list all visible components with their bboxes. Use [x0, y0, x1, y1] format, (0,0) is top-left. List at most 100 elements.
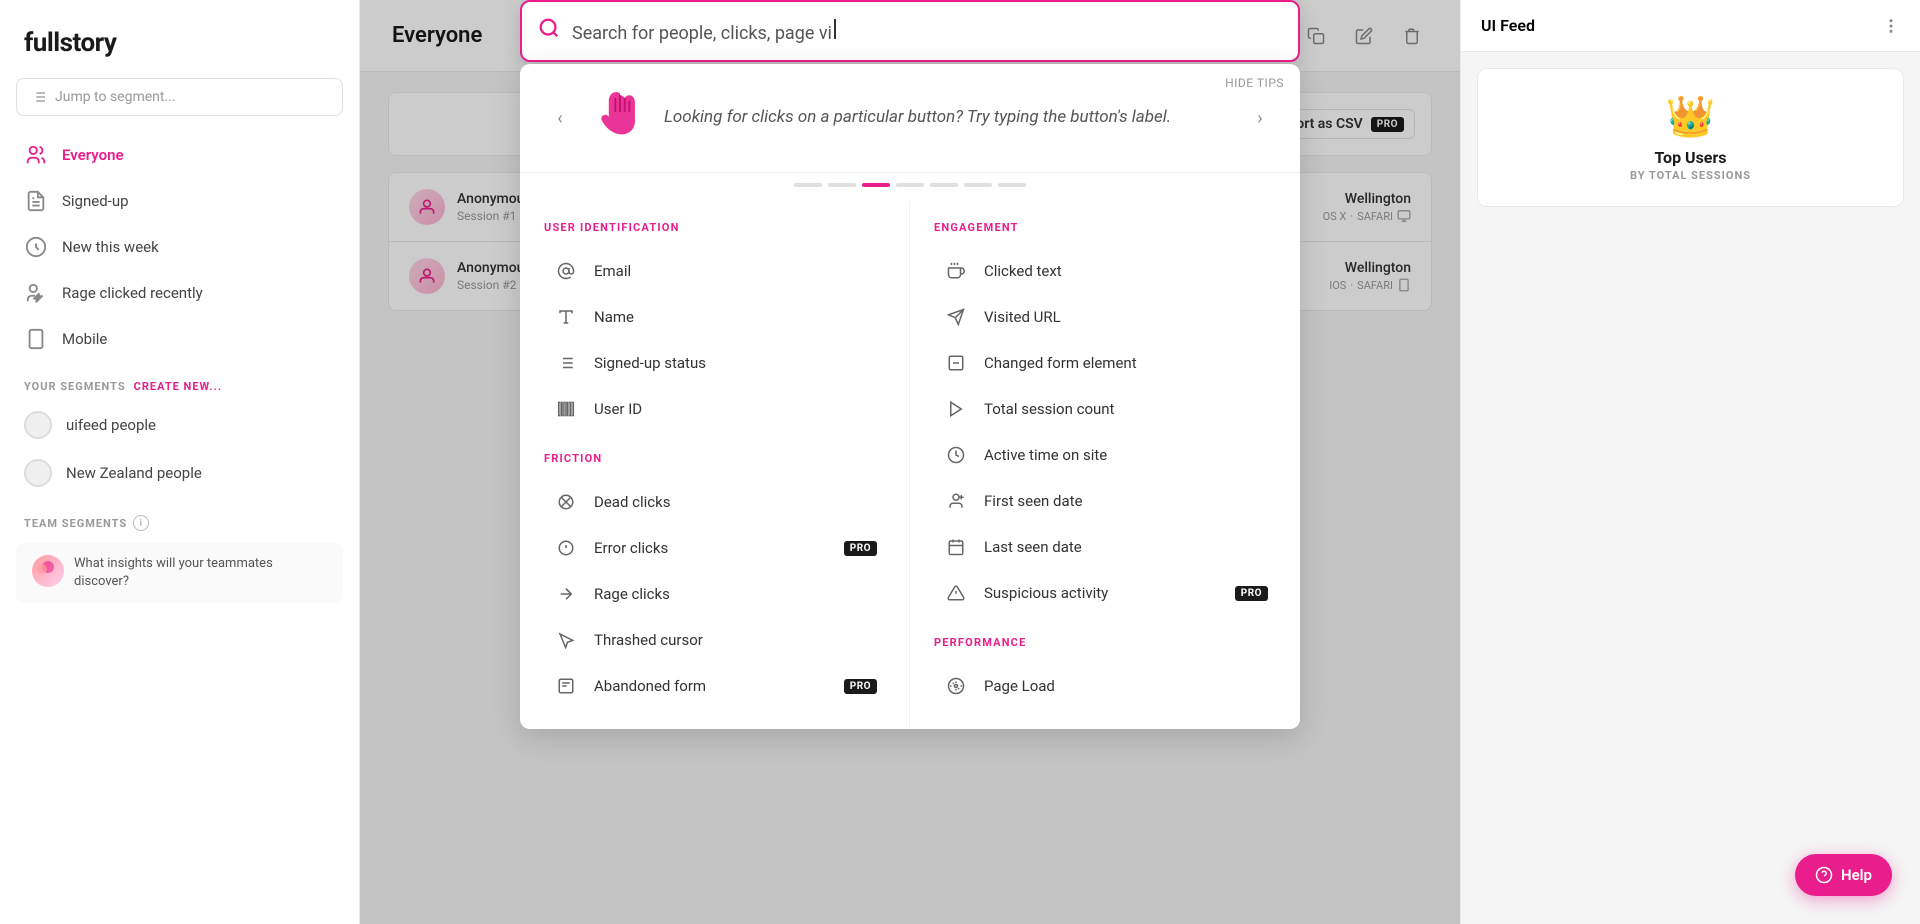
pro-badge: PRO	[1235, 586, 1268, 601]
hide-tips-button[interactable]: HIDE TIPS	[1225, 76, 1284, 90]
tip-dots	[520, 173, 1300, 201]
list-icon	[552, 349, 580, 377]
create-new-button[interactable]: CREATE NEW...	[134, 380, 222, 393]
tip-dot-7[interactable]	[998, 183, 1026, 187]
sidebar-item-rage-clicked[interactable]: Rage clicked recently	[0, 270, 359, 316]
rage-click-icon	[552, 580, 580, 608]
right-panel: UI Feed 👑 Top Users BY TOTAL SESSIONS	[1460, 0, 1920, 924]
gauge-icon	[942, 672, 970, 700]
calendar-icon	[942, 533, 970, 561]
user-identification-label: USER IDENTIFICATION	[544, 221, 885, 234]
category-item-changed-form[interactable]: Changed form element	[934, 340, 1276, 386]
play-icon	[942, 395, 970, 423]
category-item-visited-url[interactable]: Visited URL	[934, 294, 1276, 340]
barcode-icon	[552, 395, 580, 423]
help-button[interactable]: Help	[1795, 854, 1892, 896]
category-item-dead-clicks[interactable]: Dead clicks	[544, 479, 885, 525]
tip-prev-button[interactable]: ‹	[544, 102, 576, 134]
category-item-active-time[interactable]: Active time on site	[934, 432, 1276, 478]
help-icon	[1815, 866, 1833, 884]
sidebar-item-uifeed[interactable]: uifeed people	[0, 401, 359, 449]
dead-click-icon	[552, 488, 580, 516]
mobile-icon	[24, 327, 48, 351]
sidebar-item-new-this-week[interactable]: New this week	[0, 224, 359, 270]
jump-to-segment[interactable]: Jump to segment...	[16, 78, 343, 116]
tip-banner: ‹ Looking for clicks on a particular but…	[520, 64, 1300, 173]
category-item-total-session[interactable]: Total session count	[934, 386, 1276, 432]
info-icon[interactable]: i	[133, 515, 149, 531]
item-label: Abandoned form	[594, 677, 830, 695]
signed-up-icon	[24, 189, 48, 213]
hand-icon	[592, 84, 648, 152]
category-item-page-load[interactable]: Page Load	[934, 663, 1276, 709]
jump-placeholder: Jump to segment...	[55, 89, 176, 105]
item-label: Active time on site	[984, 446, 1268, 464]
category-item-abandoned-form[interactable]: Abandoned form PRO	[544, 663, 885, 709]
category-item-email[interactable]: Email	[544, 248, 885, 294]
top-users-title: Top Users	[1502, 148, 1879, 167]
category-item-suspicious[interactable]: Suspicious activity PRO	[934, 570, 1276, 616]
team-insight: What insights will your teammates discov…	[16, 543, 343, 603]
item-label: Thrashed cursor	[594, 631, 877, 649]
tip-text: Looking for clicks on a particular butto…	[664, 105, 1228, 131]
crown-icon: 👑	[1502, 93, 1879, 140]
segment-dot	[24, 459, 52, 487]
rage-click-icon	[24, 281, 48, 305]
tip-dot-5[interactable]	[930, 183, 958, 187]
category-item-user-id[interactable]: User ID	[544, 386, 885, 432]
warning-icon	[942, 579, 970, 607]
tip-dot-1[interactable]	[794, 183, 822, 187]
sidebar-item-label: Rage clicked recently	[62, 284, 203, 302]
performance-label: PERFORMANCE	[934, 636, 1276, 649]
item-label: Name	[594, 308, 877, 326]
team-avatar	[32, 555, 64, 587]
category-item-signed-up-status[interactable]: Signed-up status	[544, 340, 885, 386]
item-label: Email	[594, 262, 877, 280]
item-label: Rage clicks	[594, 585, 877, 603]
item-label: Visited URL	[984, 308, 1268, 326]
item-label: Error clicks	[594, 539, 830, 557]
text-icon	[552, 303, 580, 331]
tip-dot-4[interactable]	[896, 183, 924, 187]
top-users-subtitle: BY TOTAL SESSIONS	[1502, 169, 1879, 182]
search-input[interactable]: Search for people, clicks, page vi	[572, 19, 1282, 44]
sidebar-item-label: Mobile	[62, 330, 107, 348]
sidebar: fullstory Jump to segment... Everyone	[0, 0, 360, 924]
more-options-icon[interactable]	[1882, 17, 1900, 35]
dropdown-col-left: USER IDENTIFICATION Email	[520, 201, 910, 729]
tip-dot-6[interactable]	[964, 183, 992, 187]
sidebar-item-label: New this week	[62, 238, 159, 256]
form-icon	[552, 672, 580, 700]
your-segments-label: YOUR SEGMENTS CREATE NEW...	[0, 362, 359, 401]
category-item-first-seen[interactable]: First seen date	[934, 478, 1276, 524]
sidebar-item-signed-up[interactable]: Signed-up	[0, 178, 359, 224]
sidebar-item-new-zealand[interactable]: New Zealand people	[0, 449, 359, 497]
category-item-last-seen[interactable]: Last seen date	[934, 524, 1276, 570]
category-item-clicked-text[interactable]: Clicked text	[934, 248, 1276, 294]
item-label: User ID	[594, 400, 877, 418]
right-panel-header: UI Feed	[1461, 0, 1920, 52]
engagement-label: ENGAGEMENT	[934, 221, 1276, 234]
clock-icon	[942, 441, 970, 469]
category-item-thrashed-cursor[interactable]: Thrashed cursor	[544, 617, 885, 663]
sidebar-item-everyone[interactable]: Everyone	[0, 132, 359, 178]
new-this-week-icon	[24, 235, 48, 259]
send-icon	[942, 303, 970, 331]
search-icon	[538, 17, 560, 45]
pro-badge: PRO	[844, 541, 877, 556]
pro-badge: PRO	[844, 679, 877, 694]
segment-dot	[24, 411, 52, 439]
dropdown-body: USER IDENTIFICATION Email	[520, 201, 1300, 729]
at-icon	[552, 257, 580, 285]
tip-dot-3[interactable]	[862, 183, 890, 187]
team-segments-label: TEAM SEGMENTS i	[0, 497, 359, 539]
item-label: Clicked text	[984, 262, 1268, 280]
help-label: Help	[1841, 866, 1872, 884]
item-label: Dead clicks	[594, 493, 877, 511]
category-item-error-clicks[interactable]: Error clicks PRO	[544, 525, 885, 571]
tip-next-button[interactable]: ›	[1244, 102, 1276, 134]
tip-dot-2[interactable]	[828, 183, 856, 187]
category-item-rage-clicks[interactable]: Rage clicks	[544, 571, 885, 617]
sidebar-item-mobile[interactable]: Mobile	[0, 316, 359, 362]
category-item-name[interactable]: Name	[544, 294, 885, 340]
